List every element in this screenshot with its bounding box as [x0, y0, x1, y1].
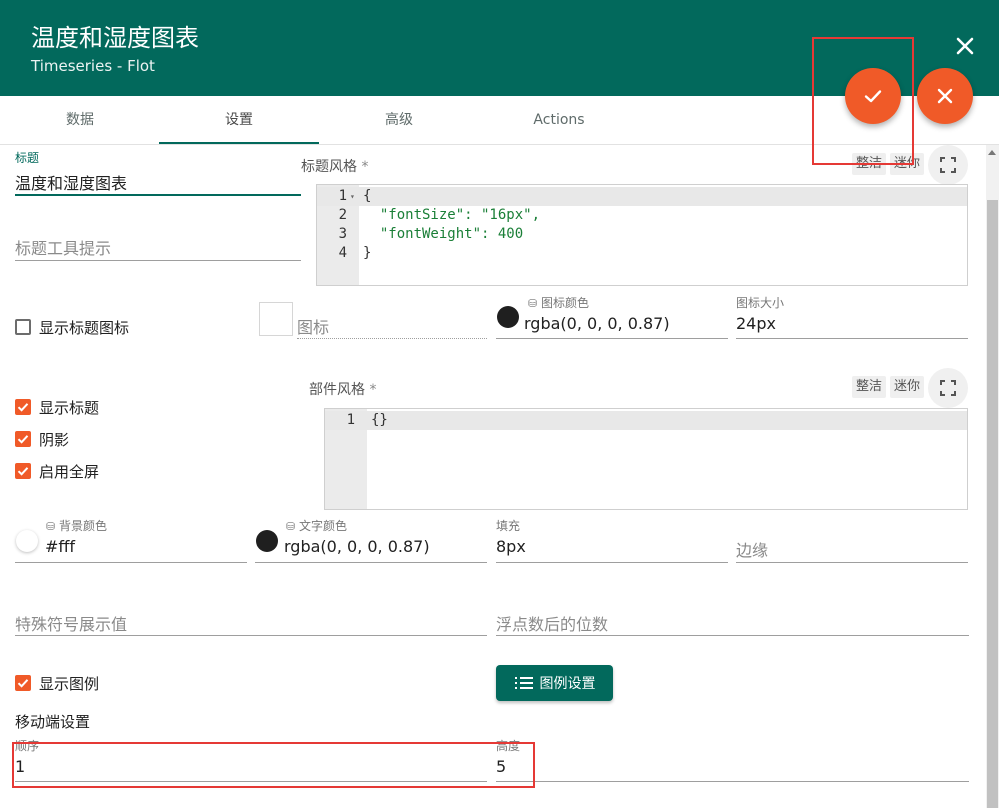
text-color-swatch[interactable] [256, 530, 278, 552]
line-number: 3 [338, 226, 347, 242]
line-number: 1 [346, 412, 355, 428]
fullscreen-icon [940, 157, 956, 173]
title-tooltip-field[interactable]: 标题工具提示 [15, 235, 111, 259]
title-style-label: 标题风格 * [301, 159, 369, 175]
code-line: {} [371, 412, 388, 428]
bg-color-field[interactable]: #fff [45, 537, 75, 556]
icon-preview-box[interactable] [259, 302, 293, 336]
mobile-settings-title: 移动端设置 [15, 713, 91, 731]
bg-color-underline [15, 562, 247, 563]
check-icon [17, 679, 29, 688]
show-legend-checkbox[interactable] [15, 675, 31, 691]
fullscreen-checkbox[interactable] [15, 463, 31, 479]
decimals-field[interactable]: 浮点数后的位数 [496, 611, 608, 635]
margin-underline [736, 562, 968, 563]
color-picker-icon: ⛁ [286, 520, 296, 533]
shadow-label: 阴影 [39, 431, 70, 449]
list-icon [514, 677, 533, 689]
widget-style-editor[interactable]: 1 {} [324, 408, 968, 510]
active-line [325, 411, 967, 430]
tab-data[interactable]: 数据 [0, 96, 160, 144]
show-title-icon-checkbox[interactable] [15, 319, 31, 335]
scroll-up-icon[interactable] [988, 150, 996, 155]
title-tooltip-underline [15, 260, 301, 261]
legend-settings-button[interactable]: 图例设置 [496, 665, 613, 701]
close-icon[interactable] [952, 33, 978, 59]
widget-style-mini-button[interactable]: 迷你 [890, 376, 925, 398]
color-picker-icon: ⛁ [46, 520, 56, 533]
color-picker-icon: ⛁ [528, 297, 538, 310]
text-color-field[interactable]: rgba(0, 0, 0, 0.87) [284, 537, 430, 556]
line-number: 4 [338, 245, 347, 261]
check-icon [17, 435, 29, 444]
title-style-fullscreen-button[interactable] [928, 145, 968, 185]
margin-field[interactable]: 边缘 [736, 537, 768, 561]
code-line: } [363, 245, 372, 261]
bg-color-label: ⛁ 背景颜色 [46, 519, 108, 533]
icon-size-label: 图标大小 [736, 296, 785, 310]
height-underline [496, 781, 969, 782]
widget-style-label: 部件风格 * [309, 382, 377, 398]
padding-field[interactable]: 8px [496, 537, 526, 556]
widget-style-fullscreen-button[interactable] [928, 368, 968, 408]
title-style-editor[interactable]: 1 ▾ 2 3 4 { "fontSize": "16px", "fontWei… [316, 184, 968, 286]
line-number: 2 [338, 207, 347, 223]
dialog-title: 温度和湿度图表 [31, 24, 199, 52]
fullscreen-label: 启用全屏 [39, 463, 100, 481]
code-line: { [363, 188, 372, 204]
check-icon [17, 467, 29, 476]
code-line: "fontSize": "16px", [363, 207, 541, 223]
icon-field-underline [297, 338, 487, 339]
show-title-icon-label: 显示标题图标 [39, 319, 130, 337]
fullscreen-icon [940, 380, 956, 396]
icon-color-label: ⛁ 图标颜色 [528, 296, 590, 310]
padding-underline [496, 562, 728, 563]
units-field[interactable]: 特殊符号展示值 [15, 611, 127, 635]
icon-color-underline [496, 338, 728, 339]
text-color-underline [255, 562, 487, 563]
icon-color-swatch[interactable] [497, 306, 519, 328]
bg-color-swatch[interactable] [16, 530, 38, 552]
title-field[interactable]: 温度和湿度图表 [15, 170, 127, 194]
tab-settings[interactable]: 设置 [159, 96, 319, 144]
show-title-checkbox[interactable] [15, 399, 31, 415]
show-title-label: 显示标题 [39, 399, 100, 417]
tab-advanced[interactable]: 高级 [319, 96, 479, 144]
scrollbar-thumb[interactable] [987, 200, 998, 808]
units-underline [15, 635, 487, 636]
code-line: "fontWeight": 400 [363, 226, 524, 242]
active-line [317, 187, 967, 206]
title-field-underline [15, 194, 301, 196]
title-field-label: 标题 [15, 151, 40, 165]
highlight-box-apply [812, 37, 914, 165]
legend-settings-label: 图例设置 [539, 676, 596, 692]
widget-style-tidy-button[interactable]: 整洁 [852, 376, 887, 398]
icon-color-field[interactable]: rgba(0, 0, 0, 0.87) [524, 314, 670, 333]
text-color-label: ⛁ 文字颜色 [286, 519, 348, 533]
icon-field[interactable]: 图标 [297, 314, 329, 338]
decimals-underline [496, 635, 969, 636]
padding-label: 填充 [496, 519, 521, 533]
tab-actions[interactable]: Actions [479, 96, 639, 144]
check-icon [17, 403, 29, 412]
line-number: 1 [338, 188, 347, 204]
show-legend-label: 显示图例 [39, 675, 100, 693]
icon-size-field[interactable]: 24px [736, 314, 776, 333]
fold-icon[interactable]: ▾ [350, 187, 355, 206]
dialog-subtitle: Timeseries - Flot [31, 57, 155, 75]
highlight-box-mobile [12, 742, 535, 788]
shadow-checkbox[interactable] [15, 431, 31, 447]
icon-size-underline [736, 338, 968, 339]
